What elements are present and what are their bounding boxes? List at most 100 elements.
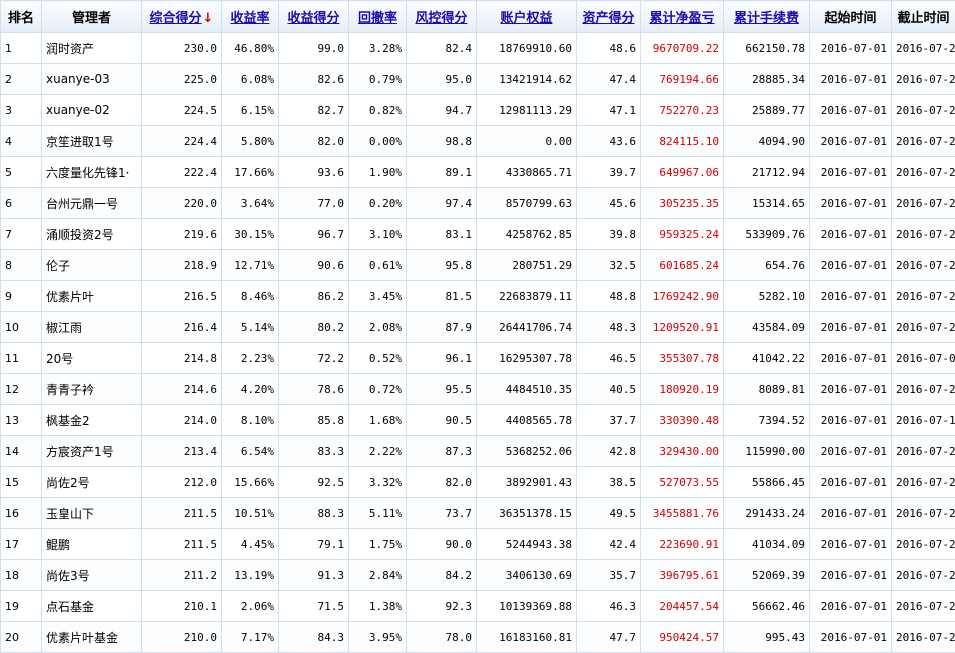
asset-score-cell: 32.5 [577, 250, 641, 281]
return-score-cell: 99.0 [279, 33, 349, 64]
total-score-cell: 212.0 [142, 467, 222, 498]
manager-cell: 台州元鼎一号 [42, 188, 142, 219]
risk-score-cell: 83.1 [407, 219, 477, 250]
manager-cell: 尚佐3号 [42, 560, 142, 591]
drawdown-cell: 1.75% [349, 529, 407, 560]
return-rate-cell: 10.51% [222, 498, 279, 529]
return-rate-cell: 4.20% [222, 374, 279, 405]
start-time-cell: 2016-07-01 [810, 343, 892, 374]
sort-fees-link[interactable]: 累计手续费 [734, 11, 799, 26]
col-asset-score[interactable]: 资产得分 [577, 1, 641, 33]
sort-asset-score-link[interactable]: 资产得分 [582, 11, 634, 26]
col-equity[interactable]: 账户权益 [477, 1, 577, 33]
sort-total-score-link[interactable]: 综合得分 [150, 11, 202, 26]
col-end-time: 截止时间 [892, 1, 955, 33]
table-row: 18尚佐3号211.213.19%91.32.84%84.23406130.69… [1, 560, 955, 591]
return-rate-cell: 30.15% [222, 219, 279, 250]
drawdown-cell: 1.90% [349, 157, 407, 188]
net-pnl-cell: 752270.23 [641, 95, 724, 126]
sort-return-rate-link[interactable]: 收益率 [230, 11, 269, 26]
end-time-cell: 2016-07-26 [892, 467, 955, 498]
end-time-cell: 2016-07-26 [892, 436, 955, 467]
asset-score-cell: 42.4 [577, 529, 641, 560]
rank-cell: 15 [1, 467, 42, 498]
net-pnl-cell: 204457.54 [641, 591, 724, 622]
rank-cell: 1 [1, 33, 42, 64]
return-score-cell: 90.6 [279, 250, 349, 281]
fees-cell: 21712.94 [724, 157, 810, 188]
col-manager: 管理者 [42, 1, 142, 33]
asset-score-cell: 48.8 [577, 281, 641, 312]
return-rate-cell: 46.80% [222, 33, 279, 64]
manager-cell: 椒江雨 [42, 312, 142, 343]
start-time-cell: 2016-07-01 [810, 374, 892, 405]
net-pnl-cell: 1769242.90 [641, 281, 724, 312]
net-pnl-cell: 601685.24 [641, 250, 724, 281]
return-rate-cell: 5.14% [222, 312, 279, 343]
col-drawdown[interactable]: 回撤率 [349, 1, 407, 33]
sort-equity-link[interactable]: 账户权益 [500, 11, 552, 26]
end-time-cell: 2016-07-26 [892, 33, 955, 64]
start-time-cell: 2016-07-01 [810, 312, 892, 343]
risk-score-cell: 73.7 [407, 498, 477, 529]
total-score-cell: 224.5 [142, 95, 222, 126]
return-rate-cell: 3.64% [222, 188, 279, 219]
manager-cell: 鲲鹏 [42, 529, 142, 560]
sort-return-score-link[interactable]: 收益得分 [287, 11, 339, 26]
manager-cell: 伦子 [42, 250, 142, 281]
sort-desc-arrow-icon: ↓ [203, 11, 214, 26]
net-pnl-cell: 180920.19 [641, 374, 724, 405]
sort-net-pnl-link[interactable]: 累计净盈亏 [649, 11, 714, 26]
start-time-cell: 2016-07-01 [810, 64, 892, 95]
end-time-cell: 2016-07-26 [892, 95, 955, 126]
net-pnl-cell: 305235.35 [641, 188, 724, 219]
col-return-rate[interactable]: 收益率 [222, 1, 279, 33]
col-return-score[interactable]: 收益得分 [279, 1, 349, 33]
sort-drawdown-link[interactable]: 回撤率 [358, 11, 397, 26]
drawdown-cell: 3.28% [349, 33, 407, 64]
rank-cell: 18 [1, 560, 42, 591]
total-score-cell: 214.6 [142, 374, 222, 405]
drawdown-cell: 3.32% [349, 467, 407, 498]
start-time-cell: 2016-07-01 [810, 498, 892, 529]
equity-cell: 16295307.78 [477, 343, 577, 374]
col-total-score[interactable]: 综合得分↓ [142, 1, 222, 33]
fees-cell: 654.76 [724, 250, 810, 281]
net-pnl-cell: 1209520.91 [641, 312, 724, 343]
end-time-cell: 2016-07-08 [892, 343, 955, 374]
manager-cell: 方宸资产1号 [42, 436, 142, 467]
col-fees[interactable]: 累计手续费 [724, 1, 810, 33]
table-row: 3xuanye-02224.56.15%82.70.82%94.71298111… [1, 95, 955, 126]
risk-score-cell: 89.1 [407, 157, 477, 188]
drawdown-cell: 0.82% [349, 95, 407, 126]
net-pnl-cell: 3455881.76 [641, 498, 724, 529]
asset-score-cell: 37.7 [577, 405, 641, 436]
sort-risk-score-link[interactable]: 风控得分 [415, 11, 467, 26]
return-score-cell: 80.2 [279, 312, 349, 343]
rank-cell: 17 [1, 529, 42, 560]
return-rate-cell: 12.71% [222, 250, 279, 281]
drawdown-cell: 0.79% [349, 64, 407, 95]
risk-score-cell: 92.3 [407, 591, 477, 622]
equity-cell: 4484510.35 [477, 374, 577, 405]
return-score-cell: 91.3 [279, 560, 349, 591]
return-score-cell: 85.8 [279, 405, 349, 436]
return-rate-cell: 6.08% [222, 64, 279, 95]
equity-cell: 22683879.11 [477, 281, 577, 312]
equity-cell: 10139369.88 [477, 591, 577, 622]
table-row: 6台州元鼎一号220.03.64%77.00.20%97.48570799.63… [1, 188, 955, 219]
table-row: 16玉皇山下211.510.51%88.35.11%73.736351378.1… [1, 498, 955, 529]
asset-score-cell: 47.4 [577, 64, 641, 95]
risk-score-cell: 94.7 [407, 95, 477, 126]
return-rate-cell: 13.19% [222, 560, 279, 591]
end-time-cell: 2016-07-26 [892, 188, 955, 219]
risk-score-cell: 81.5 [407, 281, 477, 312]
col-net-pnl[interactable]: 累计净盈亏 [641, 1, 724, 33]
equity-cell: 36351378.15 [477, 498, 577, 529]
manager-cell: 优素片叶 [42, 281, 142, 312]
col-risk-score[interactable]: 风控得分 [407, 1, 477, 33]
header-row: 排名 管理者 综合得分↓ 收益率 收益得分 回撤率 风控得分 账户权益 资产得分… [1, 1, 955, 33]
table-row: 15尚佐2号212.015.66%92.53.32%82.03892901.43… [1, 467, 955, 498]
end-time-cell: 2016-07-26 [892, 64, 955, 95]
equity-cell: 280751.29 [477, 250, 577, 281]
